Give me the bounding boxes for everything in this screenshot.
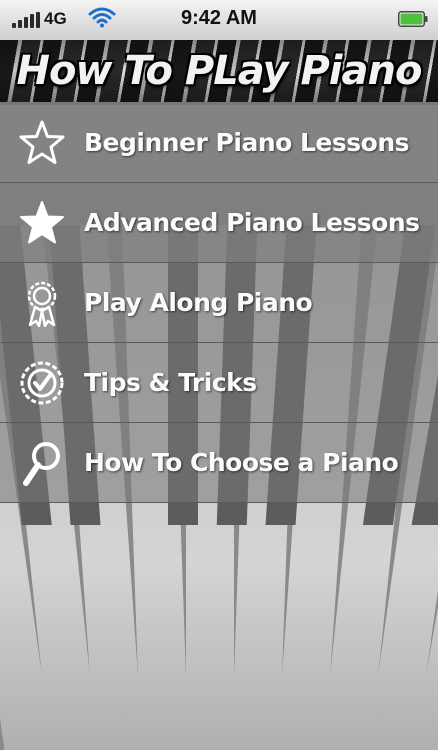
menu-item-label: How To Choose a Piano	[84, 448, 399, 477]
status-time: 9:42 AM	[181, 7, 257, 29]
menu-item-tips-tricks[interactable]: Tips & Tricks	[0, 343, 438, 423]
menu-item-label: Advanced Piano Lessons	[84, 208, 420, 237]
app-header: How To PLay Piano	[0, 40, 438, 105]
award-ribbon-icon	[27, 281, 57, 327]
menu-item-choose-piano[interactable]: How To Choose a Piano	[0, 423, 438, 503]
menu-item-beginner-lessons[interactable]: Beginner Piano Lessons	[0, 102, 438, 183]
app-screen: 4G 9:42 AM How To PLay Piano Beginner Pi…	[0, 0, 438, 750]
check-badge-icon	[20, 361, 64, 404]
magnifier-icon	[23, 441, 60, 486]
menu-item-label: Play Along Piano	[84, 288, 313, 317]
menu-item-label: Beginner Piano Lessons	[84, 128, 410, 157]
menu-item-label: Tips & Tricks	[84, 368, 257, 397]
battery-icon	[398, 11, 428, 27]
menu-item-advanced-lessons[interactable]: Advanced Piano Lessons	[0, 183, 438, 263]
menu-item-play-along[interactable]: Play Along Piano	[0, 263, 438, 343]
app-title: How To PLay Piano	[16, 48, 423, 94]
star-filled-icon	[20, 200, 64, 243]
star-outline-icon	[19, 120, 65, 164]
main-menu: Beginner Piano Lessons Advanced Piano Le…	[0, 102, 438, 503]
status-bar: 4G 9:42 AM	[0, 0, 438, 41]
